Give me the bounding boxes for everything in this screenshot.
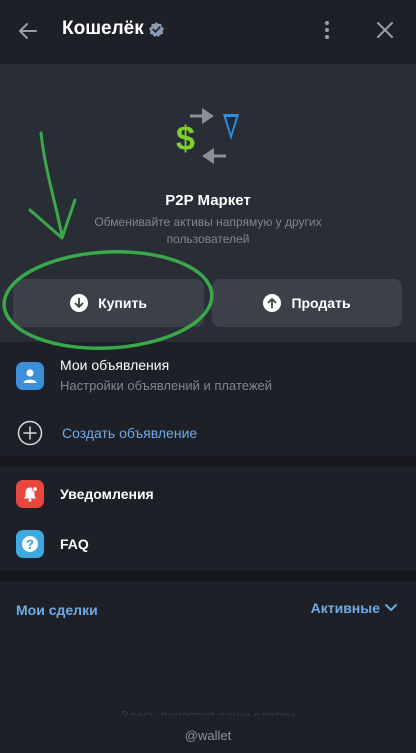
info-section: Уведомления FAQ (0, 466, 416, 570)
user-icon (16, 362, 44, 390)
deals-empty-text: Здесь появятся ваши сделки (120, 708, 296, 716)
buy-button[interactable]: Купить (13, 279, 204, 327)
section-divider (0, 570, 416, 582)
back-button[interactable] (14, 17, 42, 45)
faq-item[interactable]: FAQ (0, 522, 416, 568)
question-icon (16, 530, 44, 558)
section-divider (0, 456, 416, 466)
hero-title: P2P Маркет (165, 192, 251, 209)
footer-handle: @wallet (184, 728, 232, 743)
verified-badge-icon (148, 21, 164, 37)
my-deals-title: Мои сделки (16, 602, 98, 618)
chevron-down-icon (385, 604, 397, 611)
more-menu-button[interactable] (314, 16, 340, 44)
buy-button-label: Купить (98, 295, 147, 311)
page-title-text: Кошелёк (62, 18, 144, 39)
my-ads-subtitle: Настройки объявлений и платежей (60, 378, 273, 393)
create-ad-item[interactable]: Создать объявление (0, 412, 416, 456)
my-ads-item[interactable]: Мои объявления Настройки объявлений и пл… (0, 344, 416, 404)
my-deals-header: Мои сделки Активные (0, 582, 416, 638)
sell-button-label: Продать (291, 295, 351, 311)
p2p-hero-card: $ P2P Маркет Обменивайте активы напрямую… (0, 64, 416, 342)
ads-section: Мои объявления Настройки объявлений и пл… (0, 344, 416, 456)
svg-text:$: $ (176, 120, 195, 158)
my-ads-title: Мои объявления (60, 357, 170, 373)
close-icon (377, 22, 393, 38)
page-title: Кошелёк (62, 18, 165, 40)
hero-subtitle: Обменивайте активы напрямую у других пол… (94, 215, 322, 246)
faq-label: FAQ (60, 536, 89, 552)
arrow-down-circle-icon (70, 294, 89, 312)
deals-filter-label: Активные (310, 600, 380, 616)
deals-filter-dropdown[interactable]: Активные (311, 600, 398, 616)
top-bar: Кошелёк (0, 0, 416, 62)
close-button[interactable] (372, 16, 398, 44)
arrow-up-circle-icon (263, 294, 282, 312)
notifications-label: Уведомления (60, 486, 154, 502)
p2p-exchange-logo-icon: $ (176, 108, 239, 164)
create-ad-label: Создать объявление (62, 425, 198, 441)
notifications-item[interactable]: Уведомления (0, 472, 416, 518)
sell-button[interactable]: Продать (212, 279, 402, 327)
bell-icon (16, 480, 44, 508)
plus-circle-icon (17, 420, 43, 446)
arrow-left-icon (19, 23, 37, 39)
more-vertical-icon (325, 21, 329, 39)
